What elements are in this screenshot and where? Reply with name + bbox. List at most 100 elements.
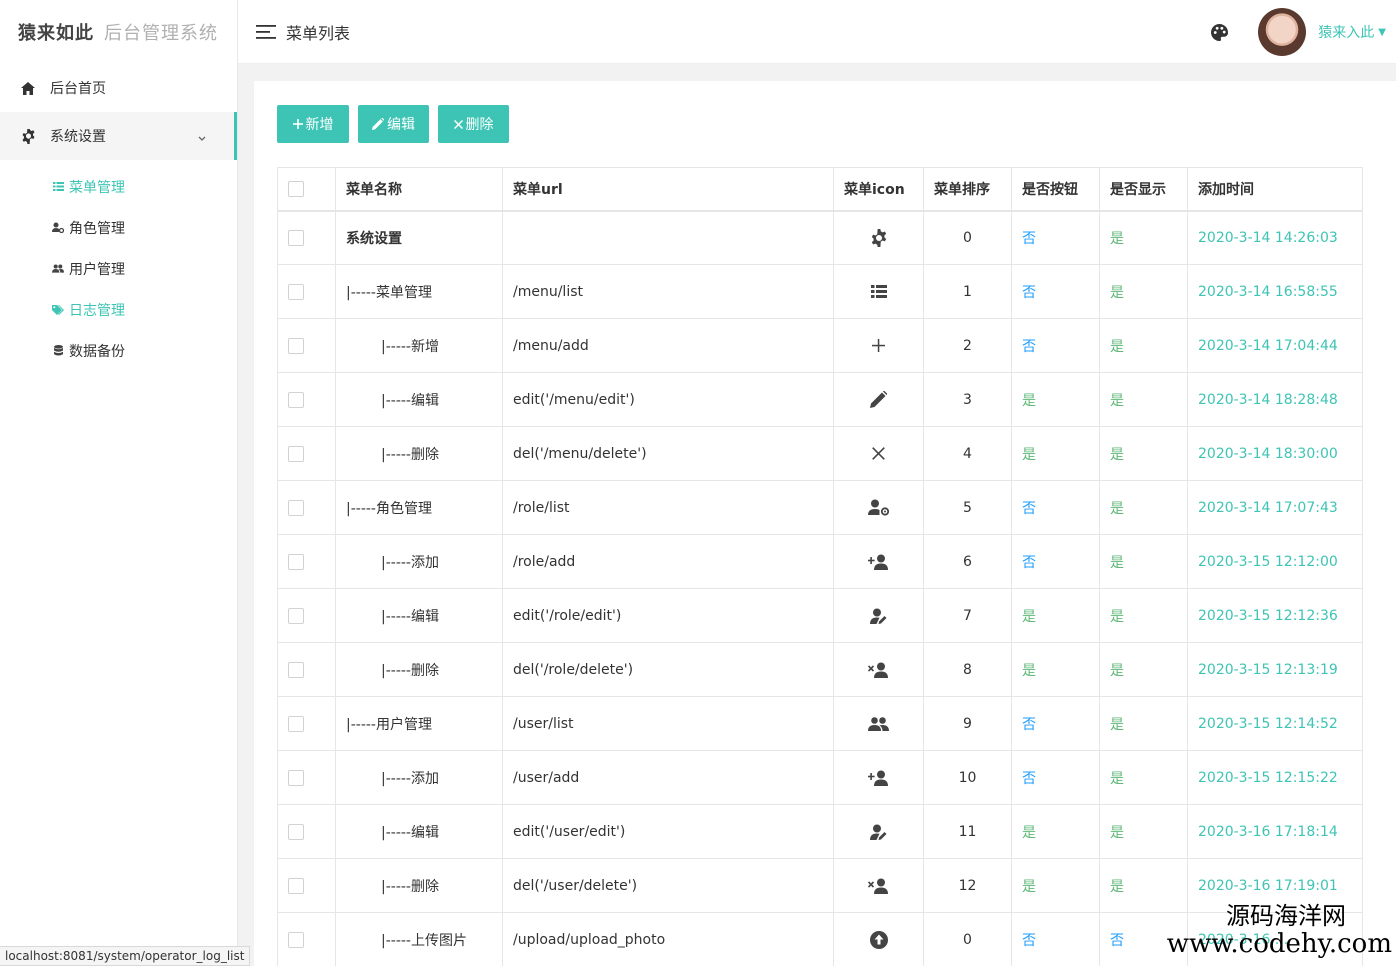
menu-sort-cell: 4 (923, 426, 1012, 481)
user-cog-icon (52, 222, 64, 234)
row-checkbox[interactable] (288, 391, 304, 408)
avatar[interactable] (1258, 8, 1307, 56)
brand-subtitle: 后台管理系统 (104, 23, 218, 44)
add-time-cell: 2020-3-15 12:12:00 (1187, 534, 1363, 589)
menu-sort-cell: 1 (923, 264, 1012, 319)
sidebar-item-data-backup[interactable]: 数据备份 (0, 330, 237, 371)
row-checkbox-cell (277, 426, 336, 481)
table-row[interactable]: |-----新增/menu/add 2 否是 2020-3-14 17:04:44 (277, 318, 1363, 373)
menu-sort-cell: 0 (923, 912, 1012, 966)
pencil-icon (372, 118, 384, 130)
plus-icon (292, 119, 303, 129)
is-button-cell: 是 (1011, 372, 1100, 427)
table-row[interactable]: |-----编辑 edit('/user/edit') 11 是是 2020-3-16 … (277, 804, 1363, 859)
row-checkbox[interactable] (288, 931, 304, 948)
row-checkbox[interactable] (288, 823, 304, 840)
chevron-down-icon (198, 130, 206, 146)
row-checkbox[interactable] (288, 715, 304, 732)
column-header: 菜单url (502, 167, 834, 212)
row-checkbox[interactable] (288, 769, 304, 786)
menu-name-cell: 系统设置 (335, 210, 503, 265)
row-checkbox[interactable] (288, 499, 304, 516)
row-checkbox[interactable] (288, 553, 304, 570)
edit-button[interactable]: 编辑 (358, 105, 429, 143)
sidebar-item-menu-management[interactable]: 菜单管理 (0, 166, 237, 207)
palette-icon[interactable] (1211, 23, 1229, 41)
sidebar-item-system-settings[interactable]: 系统设置 (0, 112, 237, 160)
sidebar-item-label: 日志管理 (69, 302, 125, 319)
row-checkbox[interactable] (288, 445, 304, 462)
sidebar-item-label: 数据备份 (69, 343, 125, 360)
is-button-cell: 是 (1011, 588, 1100, 643)
caret-down-icon[interactable]: ▼ (1378, 27, 1386, 38)
menu-url-cell: /menu/list (502, 264, 834, 319)
row-checkbox-cell (277, 210, 336, 265)
row-checkbox-cell (277, 696, 336, 751)
sidebar-item-role-management[interactable]: 角色管理 (0, 207, 237, 248)
menu-name-cell: |-----添加 (335, 750, 503, 805)
sidebar-item-home[interactable]: 后台首页 (0, 64, 237, 112)
sidebar-item-user-management[interactable]: 用户管理 (0, 248, 237, 289)
header-right: 猿来入此 ▼ (1211, 0, 1386, 64)
add-button-label: 新增 (305, 117, 334, 133)
menu-name-cell: |-----上传图片 (335, 912, 503, 966)
is-show-cell: 是 (1099, 804, 1188, 859)
add-button[interactable]: 新增 (277, 105, 349, 143)
is-button-cell: 否 (1011, 264, 1100, 319)
users-icon (52, 263, 64, 275)
user-times-icon (867, 662, 890, 678)
is-show-cell: 是 (1099, 750, 1188, 805)
table-row[interactable]: |-----角色管理/role/list 5 否是 2020-3-14 17:07:4… (277, 480, 1363, 535)
close-icon (453, 119, 463, 129)
row-checkbox[interactable] (288, 607, 304, 624)
is-show-cell: 是 (1099, 696, 1188, 751)
table-row[interactable]: |-----删除 del('/user/delete') 12 是是 2020-3-16… (277, 858, 1363, 913)
sidebar-item-log-management[interactable]: 日志管理 (0, 289, 237, 330)
is-button-cell: 是 (1011, 858, 1100, 913)
row-checkbox[interactable] (288, 337, 304, 354)
user-cog-icon (867, 499, 890, 516)
menu-toggle-icon[interactable] (256, 24, 276, 39)
add-time-cell: 2020-3-14 18:28:48 (1187, 372, 1363, 427)
menu-url-cell: /role/list (502, 480, 834, 535)
is-show-cell: 是 (1099, 210, 1188, 265)
menu-icon-cell (833, 804, 924, 859)
row-checkbox[interactable] (288, 283, 304, 300)
menu-icon-cell (833, 210, 924, 265)
row-checkbox[interactable] (288, 661, 304, 678)
delete-button[interactable]: 删除 (438, 105, 509, 143)
is-show-cell: 是 (1099, 426, 1188, 481)
menu-icon-cell (833, 372, 924, 427)
table-row[interactable]: |-----添加/user/add 10 否是 2020-3-15 12:15:22 (277, 750, 1363, 805)
sidebar-submenu: 菜单管理 角色管理 用户管理 日志管理 数据备份 (0, 160, 237, 377)
menu-icon-cell (833, 912, 924, 966)
is-button-cell: 否 (1011, 912, 1100, 966)
add-time-cell: 2020-3-15 12:13:19 (1187, 642, 1363, 697)
is-show-cell: 是 (1099, 264, 1188, 319)
row-checkbox[interactable] (288, 877, 304, 894)
add-time-cell: 2020-3-14 14:26:03 (1187, 210, 1363, 265)
table-row[interactable]: |-----编辑 edit('/role/edit') 7 是是 2020-3-15 1… (277, 588, 1363, 643)
table-row[interactable]: |-----上传图片/upload/upload_photo 0 否否 2020-3-… (277, 912, 1363, 966)
table-row[interactable]: |-----删除 del('/menu/delete') 4 是是 2020-3-14 … (277, 426, 1363, 481)
table-row[interactable]: 系统设置 0 否是 2020-3-14 14:26:03 (277, 210, 1363, 265)
delete-button-label: 删除 (465, 117, 494, 133)
menu-table: 菜单名称 菜单url 菜单icon 菜单排序 是否按钮 是否显示 添加时间 系统… (277, 167, 1363, 966)
table-row[interactable]: |-----添加/role/add 6 否是 2020-3-15 12:12:00 (277, 534, 1363, 589)
menu-sort-cell: 8 (923, 642, 1012, 697)
is-button-cell: 否 (1011, 534, 1100, 589)
table-header-row: 菜单名称 菜单url 菜单icon 菜单排序 是否按钮 是否显示 添加时间 (277, 167, 1363, 212)
user-name[interactable]: 猿来入此 (1318, 22, 1374, 42)
table-row[interactable]: |-----用户管理/user/list 9 否是 2020-3-15 12:14:5… (277, 696, 1363, 751)
table-row[interactable]: |-----菜单管理/menu/list 1 否是 2020-3-14 16:58:5… (277, 264, 1363, 319)
is-button-cell: 是 (1011, 804, 1100, 859)
table-row[interactable]: |-----删除 del('/role/delete') 8 是是 2020-3-15 … (277, 642, 1363, 697)
select-all-checkbox[interactable] (288, 180, 304, 197)
menu-name-cell: |-----编辑 (335, 372, 503, 427)
row-checkbox[interactable] (288, 229, 304, 246)
menu-icon-cell (833, 480, 924, 535)
row-checkbox-cell (277, 264, 336, 319)
menu-name-cell: |-----删除 (335, 642, 503, 697)
table-row[interactable]: |-----编辑 edit('/menu/edit') 3 是是 2020-3-14 1… (277, 372, 1363, 427)
menu-icon-cell (833, 858, 924, 913)
